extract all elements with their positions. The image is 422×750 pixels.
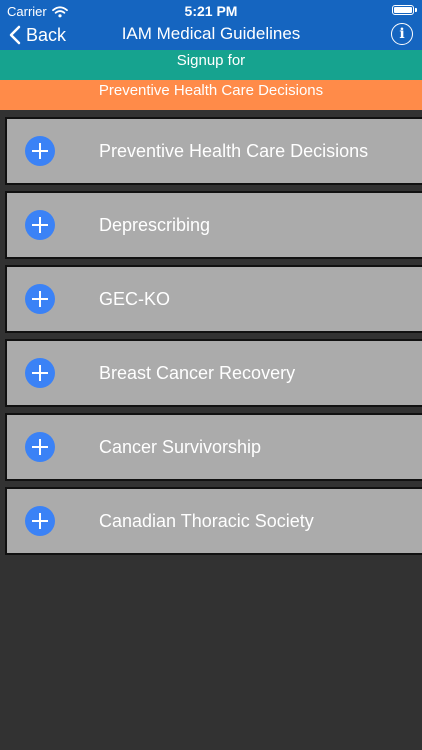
info-icon: i bbox=[399, 26, 405, 42]
header: Carrier 5:21 PM Back IAM Medical Guideli… bbox=[0, 0, 422, 50]
guideline-row[interactable]: Cancer Survivorship bbox=[5, 413, 422, 481]
selected-guideline-banner: Preventive Health Care Decisions bbox=[0, 80, 422, 110]
guideline-label: Deprescribing bbox=[99, 214, 211, 235]
status-bar: Carrier 5:21 PM bbox=[0, 0, 422, 22]
guideline-label: Canadian Thoracic Society bbox=[99, 510, 314, 531]
guideline-label: Breast Cancer Recovery bbox=[99, 362, 296, 383]
selected-guideline-label: Preventive Health Care Decisions bbox=[98, 82, 324, 99]
guideline-list: Preventive Health Care Decisions Depresc… bbox=[0, 110, 422, 555]
signup-label: Signup for bbox=[176, 52, 246, 69]
guideline-row[interactable]: Canadian Thoracic Society bbox=[5, 487, 422, 555]
add-icon[interactable] bbox=[25, 210, 55, 240]
add-icon[interactable] bbox=[25, 284, 55, 314]
battery-level bbox=[394, 7, 412, 13]
add-icon[interactable] bbox=[25, 358, 55, 388]
guideline-label: GEC-KO bbox=[99, 288, 171, 309]
add-icon[interactable] bbox=[25, 432, 55, 462]
add-icon[interactable] bbox=[25, 506, 55, 536]
guideline-label: Cancer Survivorship bbox=[99, 436, 262, 457]
battery-icon bbox=[392, 5, 417, 15]
navigation-bar: Back IAM Medical Guidelines i bbox=[0, 22, 422, 50]
guideline-row[interactable]: Preventive Health Care Decisions bbox=[5, 117, 422, 185]
guideline-row[interactable]: GEC-KO bbox=[5, 265, 422, 333]
info-button[interactable]: i bbox=[391, 23, 413, 45]
status-time: 5:21 PM bbox=[184, 3, 238, 19]
guideline-row[interactable]: Breast Cancer Recovery bbox=[5, 339, 422, 407]
signup-banner: Signup for bbox=[0, 50, 422, 80]
guideline-label: Preventive Health Care Decisions bbox=[99, 140, 369, 161]
add-icon[interactable] bbox=[25, 136, 55, 166]
page-title: IAM Medical Guidelines bbox=[121, 24, 301, 43]
guideline-row[interactable]: Deprescribing bbox=[5, 191, 422, 259]
